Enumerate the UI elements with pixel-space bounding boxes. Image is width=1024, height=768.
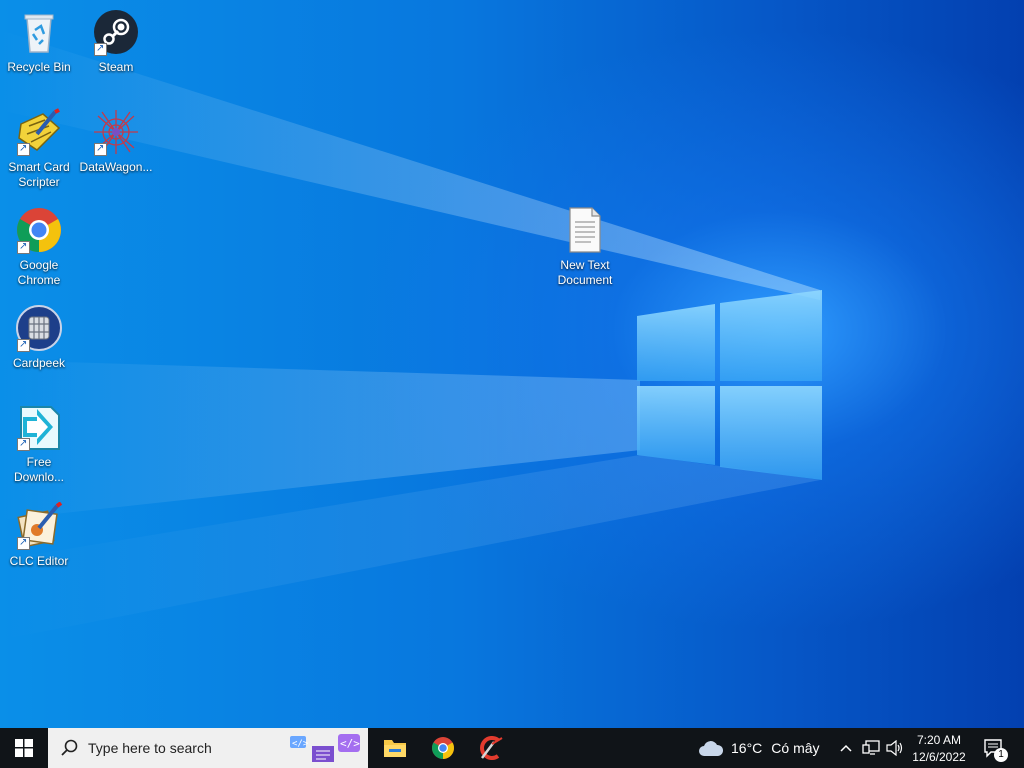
action-center-button[interactable]: 1 xyxy=(976,728,1012,768)
desktop-icon-label: Google Chrome xyxy=(17,258,61,287)
free-download-icon xyxy=(15,403,63,451)
svg-text:</>: </> xyxy=(340,737,360,750)
text-document-icon xyxy=(561,206,609,254)
desktop-icon-steam[interactable]: Steam xyxy=(78,8,154,75)
desktop-icon-label: DataWagon... xyxy=(79,160,153,174)
desktop-icon-label: Free Downlo... xyxy=(13,455,65,484)
desktop-icon-label: Recycle Bin xyxy=(7,60,71,74)
desktop-icon-label: Smart Card Scripter xyxy=(8,160,70,189)
taskbar: Type here to search </> </> 16°C Có mây … xyxy=(0,728,1024,768)
shortcut-arrow-icon xyxy=(17,141,30,156)
desktop-icon-google-chrome[interactable]: Google Chrome xyxy=(1,206,77,288)
desktop-icon-recycle-bin[interactable]: Recycle Bin xyxy=(1,8,77,75)
start-button[interactable] xyxy=(0,728,48,768)
desktop[interactable]: Recycle Bin Steam Smart Card xyxy=(0,0,1024,728)
search-icon xyxy=(61,739,78,756)
weather-temperature: 16°C xyxy=(731,740,763,756)
search-highlight-icon: </> </> xyxy=(290,734,360,762)
taskbar-google-chrome[interactable] xyxy=(420,728,466,768)
cloud-icon xyxy=(699,741,724,756)
svg-text:</>: </> xyxy=(292,739,309,749)
chevron-up-icon xyxy=(840,744,852,752)
shortcut-arrow-icon xyxy=(17,436,30,451)
search-placeholder: Type here to search xyxy=(88,740,212,756)
shortcut-arrow-icon xyxy=(17,535,30,550)
network-icon xyxy=(862,740,880,755)
chrome-icon xyxy=(15,206,63,254)
volume-button[interactable] xyxy=(884,728,906,768)
network-button[interactable] xyxy=(860,728,882,768)
desktop-icon-cardpeek[interactable]: Cardpeek xyxy=(1,304,77,371)
steam-icon xyxy=(92,8,140,56)
clock-time: 7:20 AM xyxy=(916,732,962,747)
chrome-icon xyxy=(432,737,454,759)
datawagon-icon xyxy=(92,108,140,156)
taskbar-ccleaner[interactable] xyxy=(468,728,514,768)
cardpeek-icon xyxy=(15,304,63,352)
ccleaner-icon xyxy=(480,736,503,760)
desktop-icon-label: New Text Document xyxy=(557,258,613,287)
shortcut-arrow-icon xyxy=(17,337,30,352)
smart-card-scripter-icon xyxy=(15,108,63,156)
weather-condition: Có mây xyxy=(771,740,820,756)
windows-start-icon xyxy=(15,739,33,757)
desktop-icon-label: CLC Editor xyxy=(9,554,69,568)
clock[interactable]: 7:20 AM 12/6/2022 xyxy=(908,728,970,768)
search-box[interactable]: Type here to search </> </> xyxy=(48,728,368,768)
weather-widget[interactable]: 16°C Có mây xyxy=(698,728,822,768)
taskbar-file-explorer[interactable] xyxy=(372,728,418,768)
show-hidden-icons-button[interactable] xyxy=(836,728,856,768)
shortcut-arrow-icon xyxy=(94,141,107,156)
shortcut-arrow-icon xyxy=(17,239,30,254)
desktop-icon-label: Steam xyxy=(98,60,134,74)
shortcut-arrow-icon xyxy=(94,41,107,56)
desktop-icon-free-download[interactable]: Free Downlo... xyxy=(1,403,77,485)
desktop-icon-datawagon[interactable]: DataWagon... xyxy=(78,108,154,175)
desktop-icon-smart-card-scripter[interactable]: Smart Card Scripter xyxy=(1,108,77,190)
desktop-icon-label: Cardpeek xyxy=(12,356,66,370)
windows-logo xyxy=(637,290,822,480)
clock-date: 12/6/2022 xyxy=(912,749,966,764)
recycle-bin-icon xyxy=(15,8,63,56)
clc-editor-icon xyxy=(15,501,63,550)
folder-icon xyxy=(384,740,406,757)
desktop-icon-new-text-document[interactable]: New Text Document xyxy=(547,206,623,288)
desktop-icon-clc-editor[interactable]: CLC Editor xyxy=(1,501,77,569)
notification-count-badge: 1 xyxy=(994,748,1008,762)
speaker-icon xyxy=(886,740,903,756)
